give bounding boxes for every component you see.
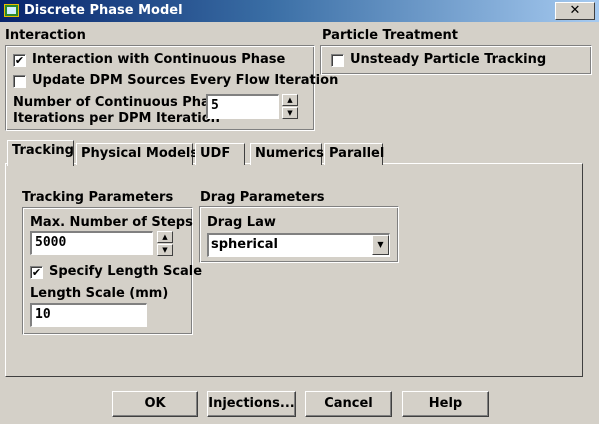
interaction-heading: Interaction xyxy=(5,28,86,43)
tracking-parameters-heading: Tracking Parameters xyxy=(22,190,174,205)
length-scale-input[interactable]: 10 xyxy=(30,303,147,327)
iterations-label-2: Iterations per DPM Iteration xyxy=(13,111,220,126)
window-title: Discrete Phase Model xyxy=(24,3,183,18)
unsteady-tracking-label[interactable]: Unsteady Particle Tracking xyxy=(350,52,546,67)
iterations-label: Number of Continuous Phase xyxy=(13,95,227,110)
drag-law-label: Drag Law xyxy=(207,215,276,230)
update-dpm-sources-checkbox[interactable] xyxy=(13,75,26,88)
particle-treatment-heading: Particle Treatment xyxy=(322,28,459,43)
tab-numerics[interactable]: Numerics xyxy=(250,143,324,165)
tab-udf-label: UDF xyxy=(200,146,231,161)
cancel-button[interactable]: Cancel xyxy=(305,391,392,417)
drag-law-value: spherical xyxy=(211,237,278,252)
close-button[interactable]: ✕ xyxy=(555,2,595,20)
drag-parameters-heading: Drag Parameters xyxy=(200,190,325,205)
specify-length-scale-label[interactable]: Specify Length Scale xyxy=(49,264,202,279)
tab-udf[interactable]: UDF xyxy=(195,143,245,165)
check-icon: ✔ xyxy=(14,54,25,67)
close-icon: ✕ xyxy=(569,3,581,18)
tab-physical-models[interactable]: Physical Models xyxy=(76,143,198,165)
specify-length-scale-checkbox[interactable]: ✔ xyxy=(30,266,43,279)
unsteady-tracking-checkbox[interactable] xyxy=(331,54,344,67)
drag-law-dropdown-button[interactable]: ▼ xyxy=(372,235,389,255)
iterations-spin-down-button[interactable]: ▼ xyxy=(282,107,298,119)
ok-button[interactable]: OK xyxy=(112,391,198,417)
interaction-continuous-checkbox[interactable]: ✔ xyxy=(13,54,26,67)
chevron-down-icon: ▼ xyxy=(377,240,384,249)
max-steps-label: Max. Number of Steps xyxy=(30,215,193,230)
title-bar[interactable]: Discrete Phase Model ✕ xyxy=(0,0,599,22)
max-steps-spin-down-button[interactable]: ▼ xyxy=(157,244,173,256)
tab-parallel[interactable]: Parallel xyxy=(324,143,385,165)
help-button[interactable]: Help xyxy=(402,391,489,417)
update-dpm-sources-label[interactable]: Update DPM Sources Every Flow Iteration xyxy=(32,73,338,88)
tab-numerics-label: Numerics xyxy=(255,146,324,161)
length-scale-label: Length Scale (mm) xyxy=(30,286,169,301)
max-steps-input[interactable]: 5000 xyxy=(30,231,153,255)
iterations-spin-up-button[interactable]: ▲ xyxy=(282,94,298,106)
interaction-continuous-label[interactable]: Interaction with Continuous Phase xyxy=(32,52,285,67)
injections-button[interactable]: Injections... xyxy=(207,391,296,417)
spin-down-icon: ▼ xyxy=(287,109,293,117)
app-icon xyxy=(4,4,19,17)
iterations-input[interactable]: 5 xyxy=(206,94,279,119)
drag-law-select[interactable]: spherical ▼ xyxy=(207,233,390,257)
max-steps-spin-up-button[interactable]: ▲ xyxy=(157,231,173,243)
tab-tracking[interactable]: Tracking xyxy=(7,140,74,166)
spin-down-icon: ▼ xyxy=(162,246,168,254)
spin-up-icon: ▲ xyxy=(287,96,293,104)
tab-physical-models-label: Physical Models xyxy=(81,146,199,161)
spin-up-icon: ▲ xyxy=(162,233,168,241)
tab-parallel-label: Parallel xyxy=(329,146,385,161)
tab-tracking-label: Tracking xyxy=(12,143,74,158)
check-icon: ✔ xyxy=(31,266,42,279)
